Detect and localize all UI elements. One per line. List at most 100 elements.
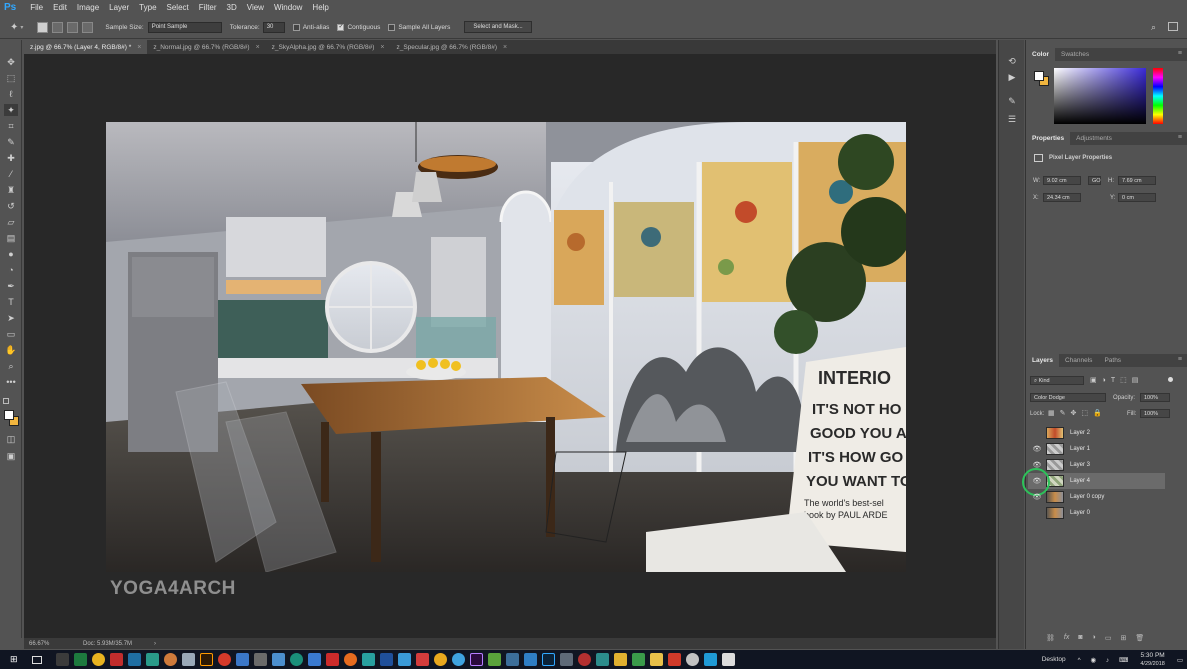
app-icon[interactable] (55, 653, 69, 666)
layer-filter-kind[interactable]: ⌕ Kind (1030, 376, 1084, 385)
menu-type[interactable]: Type (134, 3, 161, 12)
layer-row[interactable]: 👁 Layer 1 (1028, 441, 1165, 457)
menu-3d[interactable]: 3D (222, 3, 242, 12)
app-icon[interactable] (307, 653, 321, 666)
subtract-from-selection-icon[interactable] (67, 21, 79, 33)
path-selection-tool-icon[interactable]: ➤ (4, 312, 18, 324)
search-icon[interactable]: ⌕ (1151, 22, 1156, 33)
type-tool-icon[interactable]: T (4, 296, 18, 308)
app-icon[interactable] (379, 653, 393, 666)
menu-image[interactable]: Image (72, 3, 104, 12)
select-and-mask-button[interactable]: Select and Mask... (464, 21, 532, 33)
tab-color[interactable]: Color (1026, 48, 1055, 61)
layer-row[interactable]: Layer 2 (1028, 425, 1165, 441)
eye-icon[interactable]: 👁 (1032, 445, 1042, 453)
folder-icon[interactable]: ▭ (1105, 634, 1112, 644)
menu-file[interactable]: File (25, 3, 48, 12)
height-field[interactable]: 7.69 cm (1118, 176, 1156, 185)
opacity-field[interactable]: 100% (1140, 393, 1170, 402)
adjustment-icon[interactable]: ◑ (1092, 634, 1096, 644)
actions-play-icon[interactable]: ▶ (1006, 72, 1018, 84)
move-tool-icon[interactable]: ✥ (4, 56, 18, 68)
blur-tool-icon[interactable]: ● (4, 248, 18, 260)
filter-toggle-icon[interactable] (1168, 377, 1173, 382)
filter-icons[interactable]: ▣◑T⬚▤ (1090, 376, 1143, 384)
lasso-tool-icon[interactable]: ℓ (4, 88, 18, 100)
x-field[interactable]: 24.34 cm (1043, 193, 1081, 202)
default-colors-icon[interactable] (3, 398, 9, 404)
app-icon[interactable] (595, 653, 609, 666)
hand-tool-icon[interactable]: ✋ (4, 344, 18, 356)
eyedropper-tool-icon[interactable]: ✎ (4, 136, 18, 148)
marquee-tool-icon[interactable]: ⬚ (4, 72, 18, 84)
tab-swatches[interactable]: Swatches (1055, 48, 1095, 61)
panel-menu-icon[interactable]: ≡ (1178, 356, 1182, 363)
more-tools-icon[interactable]: ••• (4, 376, 18, 388)
tolerance-input[interactable]: 30 (262, 21, 285, 33)
panel-menu-icon[interactable]: ≡ (1178, 50, 1182, 57)
status-menu-arrow[interactable]: › (154, 641, 156, 647)
history-icon[interactable]: ⟲ (1006, 56, 1018, 68)
menu-select[interactable]: Select (162, 3, 194, 12)
blend-mode-select[interactable]: Color Dodge (1030, 393, 1106, 402)
close-icon[interactable]: × (503, 44, 507, 51)
magic-wand-preset-icon[interactable]: ✦ (10, 22, 18, 33)
menu-edit[interactable]: Edit (48, 3, 72, 12)
fill-field[interactable]: 100% (1140, 409, 1170, 418)
photoshop-icon[interactable] (541, 653, 555, 666)
anti-alias-checkbox[interactable] (292, 23, 300, 31)
illustrator-icon[interactable] (199, 653, 213, 666)
gradient-tool-icon[interactable]: ▤ (4, 232, 18, 244)
fx-icon[interactable]: fx (1064, 634, 1069, 644)
app-icon[interactable] (451, 653, 465, 666)
close-icon[interactable]: × (380, 44, 384, 51)
menu-layer[interactable]: Layer (104, 3, 134, 12)
app-icon[interactable] (163, 653, 177, 666)
panel-menu-icon[interactable]: ≡ (1178, 134, 1182, 141)
tray-icons[interactable]: ^ ◉ ♪ ⌨ (1078, 656, 1133, 664)
app-icon[interactable] (415, 653, 429, 666)
tab-adjustments[interactable]: Adjustments (1070, 132, 1118, 145)
color-picker-field[interactable] (1054, 68, 1146, 124)
app-icon[interactable] (127, 653, 141, 666)
close-icon[interactable]: × (137, 44, 141, 51)
app-icon[interactable] (397, 653, 411, 666)
layer-row[interactable]: 👁 Layer 0 copy (1028, 489, 1165, 505)
chrome-icon[interactable] (91, 653, 105, 666)
file-explorer-icon[interactable] (649, 653, 663, 666)
tab-paths[interactable]: Paths (1098, 354, 1127, 367)
zoom-level[interactable]: 66.67% (29, 641, 79, 647)
eye-icon[interactable]: 👁 (1032, 493, 1042, 501)
app-icon[interactable] (253, 653, 267, 666)
brush-tool-icon[interactable]: ⁄ (4, 168, 18, 180)
tab-channels[interactable]: Channels (1059, 354, 1098, 367)
layer-row[interactable]: Layer 0 (1028, 505, 1165, 521)
app-icon[interactable] (433, 653, 447, 666)
excel-icon[interactable] (73, 653, 87, 666)
fg-color-chip[interactable] (1034, 71, 1044, 81)
link-dimensions-icon[interactable]: GO (1088, 176, 1101, 185)
foreground-color-swatch[interactable] (4, 410, 14, 420)
notifications-icon[interactable]: ▭ (1177, 656, 1183, 664)
brush-settings-icon[interactable]: ✎ (1006, 96, 1018, 108)
sample-all-layers-checkbox[interactable] (388, 23, 396, 31)
app-icon[interactable] (667, 653, 681, 666)
app-icon[interactable] (613, 653, 627, 666)
zoom-tool-icon[interactable]: ⌕ (4, 360, 18, 372)
app-icon[interactable] (559, 653, 573, 666)
width-field[interactable]: 9.02 cm (1043, 176, 1081, 185)
clone-stamp-tool-icon[interactable]: ♜ (4, 184, 18, 196)
y-field[interactable]: 0 cm (1118, 193, 1156, 202)
app-icon[interactable] (181, 653, 195, 666)
link-icon[interactable]: ⛓ (1046, 634, 1055, 644)
tab-z-skyalpha[interactable]: z_SkyAlpha.jpg @ 66.7% (RGB/8#) × (266, 40, 391, 54)
menu-help[interactable]: Help (307, 3, 333, 12)
dodge-tool-icon[interactable]: ◔ (4, 264, 18, 276)
new-selection-icon[interactable] (37, 21, 49, 33)
close-icon[interactable]: × (256, 44, 260, 51)
app-icon[interactable] (685, 653, 699, 666)
hue-slider[interactable] (1153, 68, 1163, 124)
quick-mask-icon[interactable]: ◫ (4, 433, 18, 445)
add-to-selection-icon[interactable] (52, 21, 64, 33)
task-view-icon[interactable] (31, 655, 42, 664)
